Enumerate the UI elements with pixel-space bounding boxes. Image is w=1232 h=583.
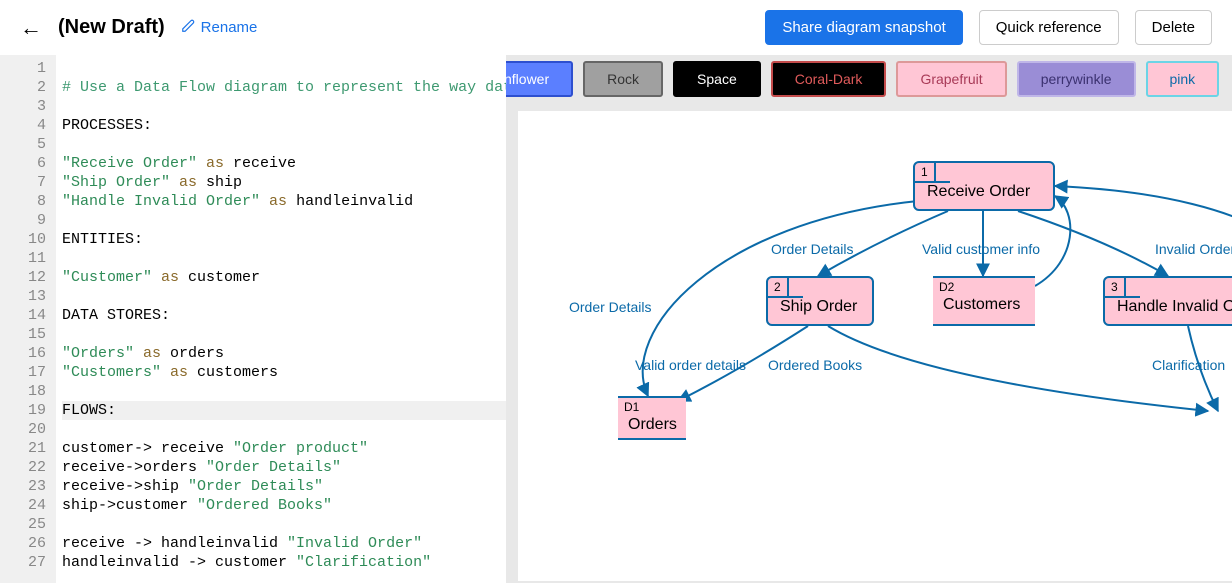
share-button[interactable]: Share diagram snapshot bbox=[765, 10, 962, 45]
edge-label: Ordered Books bbox=[768, 357, 862, 373]
rename-button[interactable]: Rename bbox=[181, 19, 258, 37]
code-line[interactable] bbox=[62, 325, 506, 344]
code-line[interactable]: ENTITIES: bbox=[62, 230, 506, 249]
code-line[interactable]: receive->ship "Order Details" bbox=[62, 477, 506, 496]
code-line[interactable]: receive->orders "Order Details" bbox=[62, 458, 506, 477]
code-content[interactable]: # Use a Data Flow diagram to represent t… bbox=[56, 55, 506, 583]
code-editor[interactable]: 1234567891011121314151617181920212223242… bbox=[0, 55, 506, 583]
code-line[interactable] bbox=[62, 97, 506, 116]
edge-label: Order Details bbox=[569, 299, 651, 315]
code-line[interactable]: "Handle Invalid Order" as handleinvalid bbox=[62, 192, 506, 211]
code-line[interactable] bbox=[62, 515, 506, 534]
code-line[interactable]: "Customers" as customers bbox=[62, 363, 506, 382]
edge-label: Clarification bbox=[1152, 357, 1225, 373]
code-line[interactable]: PROCESSES: bbox=[62, 116, 506, 135]
datastore-customers[interactable]: D2 Customers bbox=[933, 276, 1035, 326]
edge-label: Order Details bbox=[771, 241, 853, 257]
code-line[interactable] bbox=[62, 249, 506, 268]
theme-chip[interactable]: Rock bbox=[583, 61, 663, 97]
node-receive-order[interactable]: 1 Receive Order bbox=[913, 161, 1055, 211]
line-gutter: 1234567891011121314151617181920212223242… bbox=[0, 55, 56, 583]
diagram-canvas[interactable]: 1 Receive Order 2 Ship Order 3 Handle In… bbox=[518, 111, 1232, 581]
theme-selector: nflower Rock Space Coral-DarkGrapefruit perr… bbox=[506, 55, 1232, 103]
theme-chip[interactable]: pink bbox=[1146, 61, 1220, 97]
node-id: D2 bbox=[933, 278, 960, 296]
theme-chip[interactable]: nflower bbox=[506, 61, 573, 97]
diagram-preview[interactable]: nflower Rock Space Coral-DarkGrapefruit perr… bbox=[506, 55, 1232, 583]
page-title: (New Draft) bbox=[58, 16, 165, 39]
code-line[interactable]: "Receive Order" as receive bbox=[62, 154, 506, 173]
node-handle-invalid[interactable]: 3 Handle Invalid O bbox=[1103, 276, 1232, 326]
code-line[interactable]: # Use a Data Flow diagram to represent t… bbox=[62, 78, 506, 97]
theme-chip[interactable]: perrywinkle bbox=[1017, 61, 1136, 97]
code-line[interactable] bbox=[62, 382, 506, 401]
code-line[interactable] bbox=[62, 135, 506, 154]
datastore-orders[interactable]: D1 Orders bbox=[618, 396, 686, 440]
code-line[interactable] bbox=[62, 287, 506, 306]
edge-label: Valid order details bbox=[635, 357, 746, 373]
edge-label: Valid customer info bbox=[922, 241, 1040, 257]
theme-chip[interactable]: Space bbox=[673, 61, 761, 97]
rename-label: Rename bbox=[201, 19, 258, 36]
node-ship-order[interactable]: 2 Ship Order bbox=[766, 276, 874, 326]
code-line[interactable]: "Ship Order" as ship bbox=[62, 173, 506, 192]
code-line[interactable]: receive -> handleinvalid "Invalid Order" bbox=[62, 534, 506, 553]
code-line[interactable]: customer-> receive "Order product" bbox=[62, 439, 506, 458]
back-button[interactable]: ← bbox=[20, 15, 42, 41]
code-line[interactable] bbox=[62, 420, 506, 439]
code-line[interactable]: "Orders" as orders bbox=[62, 344, 506, 363]
code-line[interactable]: "Customer" as customer bbox=[62, 268, 506, 287]
code-line[interactable] bbox=[62, 59, 506, 78]
node-id: 3 bbox=[1105, 278, 1126, 296]
theme-chip[interactable]: Coral-Dark bbox=[771, 61, 887, 97]
code-line[interactable]: DATA STORES: bbox=[62, 306, 506, 325]
code-line[interactable]: FLOWS: bbox=[62, 401, 506, 420]
node-id: 1 bbox=[915, 163, 936, 181]
node-id: D1 bbox=[618, 398, 645, 416]
delete-button[interactable]: Delete bbox=[1135, 10, 1212, 45]
code-line[interactable] bbox=[62, 211, 506, 230]
code-line[interactable]: handleinvalid -> customer "Clarification… bbox=[62, 553, 506, 572]
theme-chip[interactable]: Grapefruit bbox=[896, 61, 1006, 97]
quick-reference-button[interactable]: Quick reference bbox=[979, 10, 1119, 45]
node-id: 2 bbox=[768, 278, 789, 296]
code-line[interactable]: ship->customer "Ordered Books" bbox=[62, 496, 506, 515]
pencil-icon bbox=[181, 19, 195, 37]
edge-label: Invalid Order bbox=[1155, 241, 1232, 257]
diagram-edges bbox=[518, 111, 1232, 581]
